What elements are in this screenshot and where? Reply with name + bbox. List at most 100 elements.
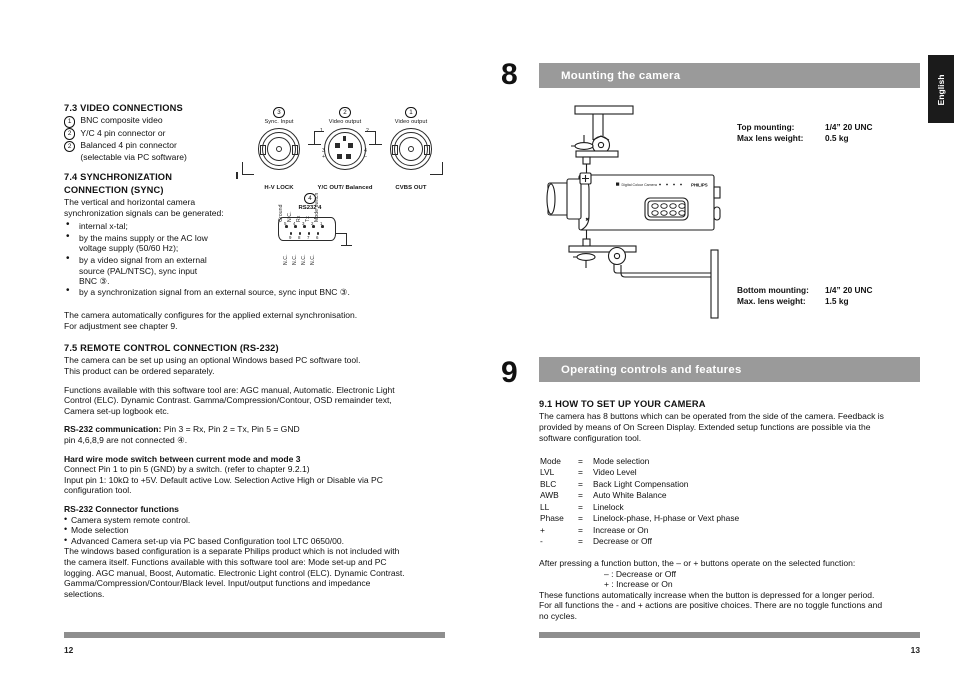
list-item-label: Balanced 4 pin connector bbox=[80, 139, 177, 150]
chapter-8-header-bar: Mounting the camera bbox=[539, 63, 920, 88]
svg-text:PHILIPS: PHILIPS bbox=[691, 183, 708, 188]
abbr-desc: Back Light Compensation bbox=[593, 478, 689, 489]
din-pin-4-sign: – bbox=[364, 154, 367, 160]
hardwire-line3: configuration tool. bbox=[64, 485, 132, 496]
list-item-label: BNC composite video bbox=[80, 115, 163, 126]
abbr-key: LL bbox=[540, 501, 550, 512]
page-number: 13 bbox=[910, 645, 920, 655]
video-connections-list: 1 BNC composite video 2 Y/C 4 pin connec… bbox=[64, 115, 254, 164]
closing-indent2: + : Increase or On bbox=[604, 579, 673, 590]
list-bullet-spacer bbox=[64, 153, 75, 164]
closing-indent1: – : Decrease or Off bbox=[604, 568, 677, 579]
abbr-desc: Video Level bbox=[593, 467, 637, 478]
bottom-mounting-spec: Bottom mounting: 1/4” 20 UNC Max. lens w… bbox=[737, 285, 873, 307]
abbr-key: - bbox=[540, 536, 543, 547]
sync-closing-line1: The camera automatically configures for … bbox=[64, 310, 358, 320]
abbreviation-row: + = Increase or On bbox=[540, 525, 739, 536]
list-item: Camera system remote control. bbox=[64, 514, 444, 526]
sync-intro-line1: The vertical and horizontal camera bbox=[64, 196, 196, 207]
rs232-label-nc-7: N.C. bbox=[301, 254, 307, 265]
remote-para2-line3: Camera set-up logbook etc. bbox=[64, 405, 169, 416]
closing-line2: These functions automatically increase w… bbox=[539, 589, 875, 600]
bottom-mounting-label: Bottom mounting: bbox=[737, 285, 809, 295]
list-item: Mode selection bbox=[64, 524, 444, 536]
list-item: internal x-tal; bbox=[64, 220, 254, 232]
remote-para1-line1: The camera can be set up using an option… bbox=[64, 355, 361, 366]
rs232-pin-4: 4 bbox=[293, 221, 296, 226]
abbr-key: BLC bbox=[540, 478, 557, 489]
list-item: (selectable via PC software) bbox=[64, 152, 254, 164]
page-number: 12 bbox=[64, 645, 74, 655]
abbreviation-row: - = Decrease or Off bbox=[540, 536, 739, 547]
sync-bullet-list: internal x-tal; by the mains supply or t… bbox=[64, 220, 254, 287]
max-lens-weight-label: Max lens weight: bbox=[737, 133, 804, 144]
max-lens-weight-value: 0.5 kg bbox=[825, 133, 849, 144]
connector-video-output: 1 Video output CVBS OUT bbox=[372, 100, 450, 192]
connfn-para-line1: The windows based configuration is a sep… bbox=[64, 546, 400, 557]
list-item: 1 BNC composite video bbox=[64, 115, 254, 128]
chapter-8-title: Mounting the camera bbox=[561, 69, 681, 82]
left-text-column: 7.3 VIDEO CONNECTIONS 1 BNC composite vi… bbox=[64, 103, 254, 288]
rs232-pin-1: 1 bbox=[320, 221, 323, 226]
svg-text:Digital Colour Camera: Digital Colour Camera bbox=[622, 183, 657, 187]
abbr-desc: Linelock-phase, H-phase or Vext phase bbox=[593, 513, 740, 524]
rs232-line2: pin 4,6,8,9 are not connected ④. bbox=[64, 434, 188, 445]
closing-line4: no cycles. bbox=[539, 610, 578, 621]
abbreviation-row: Phase = Linelock-phase, H-phase or Vext … bbox=[540, 513, 739, 524]
abbr-desc: Mode selection bbox=[593, 456, 650, 466]
abbreviation-row: AWB = Auto White Balance bbox=[540, 490, 739, 501]
intro-line3: software configuration tool. bbox=[539, 432, 642, 443]
hardwire-line1: Connect Pin 1 to pin 5 (GND) by a switch… bbox=[64, 464, 310, 475]
bullet-text-cont: voltage supply (50/60 Hz); bbox=[79, 243, 179, 254]
rs232-pin-2: 2 bbox=[311, 221, 314, 226]
hardwire-heading: Hard wire mode switch between current mo… bbox=[64, 453, 301, 464]
camera-diagram-svg: Digital Colour Camera PHILIPS bbox=[546, 105, 721, 319]
circled-number-1: 1 bbox=[64, 116, 76, 128]
list-item: 2 Balanced 4 pin connector bbox=[64, 140, 254, 152]
abbreviation-list: Mode = Mode selection LVL = Video Level … bbox=[540, 456, 739, 548]
bullet-text: internal x-tal; bbox=[79, 221, 128, 232]
rs232-pin-9: 9 bbox=[289, 235, 292, 240]
circled-number-2: 2 bbox=[64, 128, 76, 140]
abbr-equals: = bbox=[578, 467, 583, 478]
remote-para2-line2: Control (ELC). Dynamic Contrast. Gamma/C… bbox=[64, 395, 392, 406]
spec-row: Max lens weight: 0.5 kg bbox=[737, 133, 873, 144]
bnc-connector-icon bbox=[390, 128, 432, 170]
chapter-9-number: 9 bbox=[501, 356, 518, 389]
rs232-label-nc-8: N.C. bbox=[292, 254, 298, 265]
rs232-pin-5: 5 bbox=[284, 221, 287, 226]
abbr-equals: = bbox=[578, 513, 583, 524]
footer-rule bbox=[64, 632, 445, 638]
list-item-label: Y/C 4 pin connector or bbox=[80, 127, 166, 138]
din-pin-3-sign: + bbox=[322, 154, 326, 160]
camera-mounting-illustration: Digital Colour Camera PHILIPS bbox=[545, 95, 745, 330]
chapter-9-title: Operating controls and features bbox=[561, 363, 742, 376]
language-tab-label: English bbox=[936, 74, 946, 106]
connector-top-label: Video output bbox=[394, 119, 428, 126]
rs232-pin-6: 6 bbox=[316, 235, 319, 240]
abbreviation-row: LL = Linelock bbox=[540, 502, 739, 513]
circled-number-2-alt: 2 bbox=[64, 140, 76, 152]
connector-functions-list: Camera system remote control. Mode selec… bbox=[64, 514, 444, 547]
heading-synchronization-line1: 7.4 SYNCHRONIZATION bbox=[64, 172, 173, 183]
bullet-text-cont: source (PAL/NTSC), sync input bbox=[79, 265, 198, 276]
spec-row: Top mounting: 1/4” 20 UNC bbox=[737, 122, 873, 133]
spec-row: Max. lens weight: 1.5 kg bbox=[737, 296, 873, 307]
din4-connector-icon bbox=[324, 128, 366, 170]
abbr-key: Phase bbox=[540, 513, 564, 524]
list-item-label: (selectable via PC software) bbox=[80, 151, 187, 162]
rs232-pin-7: 7 bbox=[307, 235, 310, 240]
language-tab-english: English bbox=[928, 55, 954, 123]
rs232-connector-diagram: 4 RS232 4 Ground N.C. Rx Tx Mode switch … bbox=[262, 186, 358, 265]
abbr-key: AWB bbox=[540, 490, 559, 501]
abbr-equals: = bbox=[578, 490, 583, 501]
abbr-desc: Linelock bbox=[593, 501, 624, 512]
remote-para2-line1: Functions available with this software t… bbox=[64, 384, 395, 395]
list-item: Advanced Camera set-up via PC based Conf… bbox=[64, 535, 444, 547]
abbr-key: + bbox=[540, 524, 545, 535]
max-lens-weight-value-2: 1.5 kg bbox=[825, 296, 849, 307]
